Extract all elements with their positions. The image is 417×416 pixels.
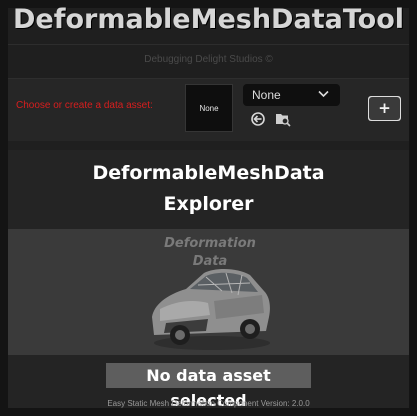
asset-dropdown[interactable]: None xyxy=(243,84,340,106)
page-title: DeformableMeshDataTool xyxy=(13,4,404,35)
add-asset-button-label: + xyxy=(369,97,400,120)
deformed-car-image xyxy=(152,269,270,350)
studio-credit: Debugging Delight Studios © xyxy=(144,54,273,65)
find-in-folder-icon[interactable] xyxy=(275,111,291,127)
title-divider xyxy=(8,44,409,45)
explorer-title-line1: DeformableMeshData xyxy=(92,162,325,184)
preview-caption-line1: Deformation xyxy=(164,236,256,251)
explorer-title: DeformableMeshData Explorer xyxy=(0,158,417,220)
browse-back-icon[interactable] xyxy=(250,111,266,127)
chevron-down-icon xyxy=(318,90,329,98)
asset-thumbnail-label: None xyxy=(199,103,219,113)
asset-thumbnail[interactable]: None xyxy=(185,84,233,132)
add-asset-button[interactable]: + xyxy=(368,96,401,121)
explorer-title-line2: Explorer xyxy=(163,193,254,215)
status-badge: No data asset selected xyxy=(106,363,311,410)
asset-picker-label: Choose or create a data asset: xyxy=(16,100,153,111)
version-footer: Easy Static Mesh Deformation Component V… xyxy=(107,399,310,408)
asset-dropdown-value: None xyxy=(252,88,281,102)
